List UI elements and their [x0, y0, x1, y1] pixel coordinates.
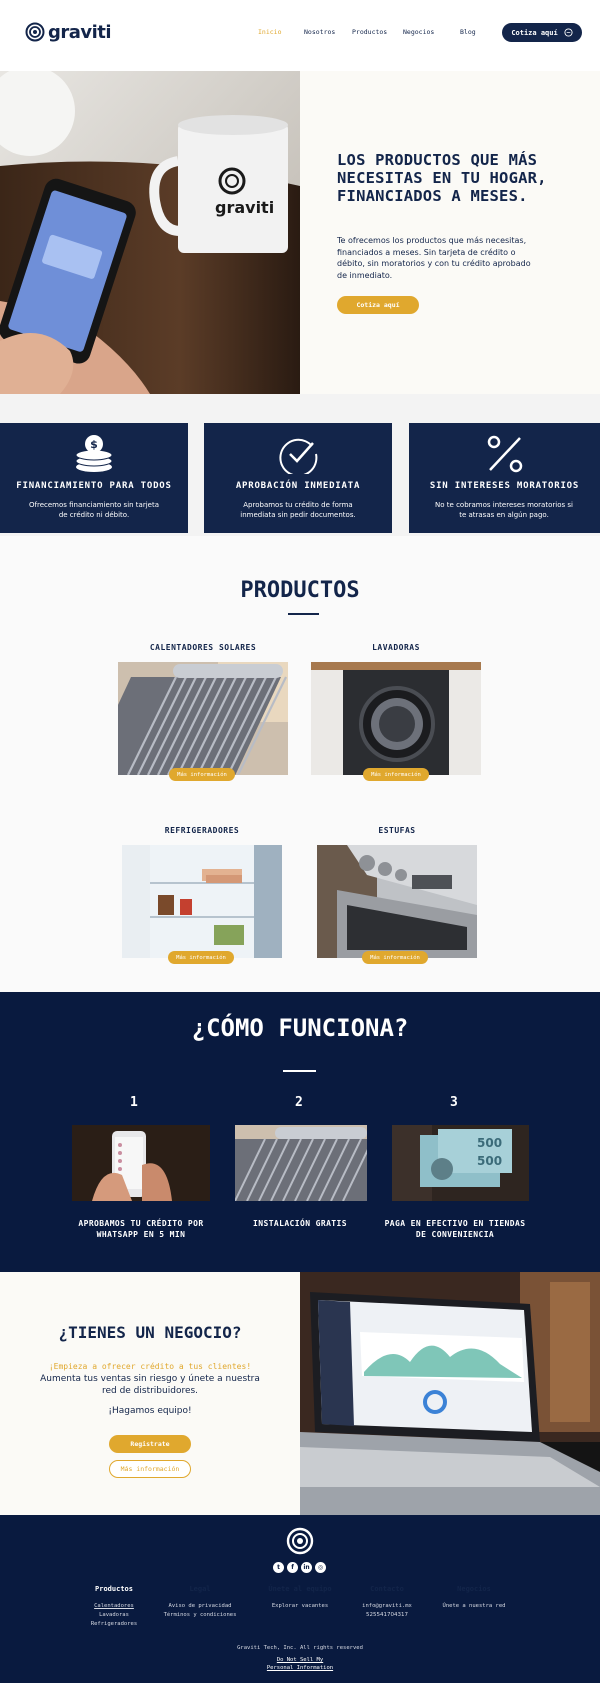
feature-card-intereses: SIN INTERESES MORATORIOS No te cobramos … — [409, 423, 600, 533]
mug-logo-text: graviti — [215, 198, 274, 217]
feature-card-aprobacion: APROBACIÓN INMEDIATA Aprobamos tu crédit… — [204, 423, 392, 533]
product-image-lavadoras[interactable] — [311, 662, 481, 775]
negocio-title: ¿TIENES UN NEGOCIO? — [58, 1323, 242, 1342]
feature-desc: No te cobramos intereses moratorios si t… — [435, 501, 573, 519]
nav-negocios[interactable]: Negocios — [403, 28, 434, 36]
logo[interactable]: graviti — [25, 21, 112, 43]
step-number: 1 — [130, 1095, 138, 1110]
nav-nosotros[interactable]: Nosotros — [304, 28, 335, 36]
mas-info-button[interactable]: Más información — [363, 768, 429, 781]
product-image-refrigeradores[interactable] — [122, 845, 282, 958]
money-stack-icon: $ — [75, 435, 113, 472]
feature-desc: Aprobamos tu crédito de forma inmediata … — [240, 501, 356, 519]
footer-logo-icon[interactable] — [286, 1527, 314, 1555]
footer-link[interactable]: 525541704317 — [342, 1612, 432, 1618]
product-name: CALENTADORES SOLARES — [149, 643, 257, 652]
product-name: LAVADORAS — [372, 643, 420, 652]
check-circle-icon — [279, 438, 318, 474]
feature-card-financiamiento: $ FINANCIAMIENTO PARA TODOS Ofrecemos fi… — [0, 423, 188, 533]
step-image-efectivo: 500 500 — [392, 1125, 529, 1201]
laptop-dashboard-image — [300, 1272, 600, 1515]
svg-text:500: 500 — [477, 1136, 502, 1150]
site-header: graviti Inicio Nosotros Productos Negoci… — [0, 10, 600, 54]
footer-link[interactable]: Calentadores — [69, 1603, 159, 1609]
percent-icon — [487, 435, 523, 473]
instagram-icon[interactable]: ◎ — [315, 1562, 326, 1573]
feature-desc: Ofrecemos financiamiento sin tarjeta de … — [29, 501, 159, 519]
mas-info-button[interactable]: Más información — [362, 951, 428, 964]
title-divider — [283, 1070, 316, 1072]
hero-image: graviti — [0, 71, 300, 394]
product-image-calentadores[interactable] — [118, 662, 288, 775]
negocio-team: ¡Hagamos equipo! — [108, 1406, 192, 1416]
registrate-button[interactable]: Registrate — [109, 1435, 191, 1453]
footer-link[interactable]: Explorar vacantes — [255, 1603, 345, 1609]
feature-title: APROBACIÓN INMEDIATA — [235, 481, 361, 491]
svg-text:500: 500 — [477, 1154, 502, 1168]
hero-panel — [300, 71, 600, 394]
hero-text: Te ofrecemos los productos que más neces… — [337, 236, 531, 280]
products-title: PRODUCTOS — [240, 578, 360, 603]
cotiza-header-button[interactable]: Cotiza aquí — [502, 23, 582, 42]
step-caption: INSTALACIÓN GRATIS — [253, 1219, 347, 1228]
footer-col-contacto: Contacto — [370, 1585, 404, 1593]
footer-col-negocios: Negocios — [457, 1585, 491, 1593]
footer-col-productos: Productos — [95, 1585, 133, 1593]
product-image-estufas[interactable] — [317, 845, 477, 958]
nav-productos[interactable]: Productos — [352, 28, 387, 36]
footer-col-legal: Legal — [189, 1585, 211, 1593]
feature-title: SIN INTERESES MORATORIOS — [429, 481, 580, 491]
cotiza-label: Cotiza aquí — [511, 28, 558, 37]
step-caption: PAGA EN EFECTIVO EN TIENDAS DE CONVENIEN… — [384, 1219, 526, 1239]
footer-link[interactable]: Únete a nuestra red — [429, 1603, 519, 1609]
negocio-text: Aumenta tus ventas sin riesgo y únete a … — [40, 1374, 260, 1396]
personal-info-link[interactable]: Personal Information — [0, 1665, 600, 1671]
footer-link[interactable]: Lavadoras — [69, 1612, 159, 1618]
hero-title: LOS PRODUCTOS QUE MÁS NECESITAS EN TU HO… — [337, 151, 547, 205]
product-name: ESTUFAS — [378, 826, 416, 835]
linkedin-icon[interactable]: in — [301, 1562, 312, 1573]
how-title: ¿CÓMO FUNCIONA? — [191, 1014, 409, 1042]
facebook-icon[interactable]: f — [287, 1562, 298, 1573]
twitter-icon[interactable]: t — [273, 1562, 284, 1573]
footer-col-equipo: Únete al equipo — [268, 1585, 332, 1593]
footer-copyright: Graviti Tech, Inc. All rights reserved — [237, 1645, 363, 1651]
title-divider — [288, 613, 319, 615]
step-caption: APROBAMOS TU CRÉDITO POR WHATSAPP EN 5 M… — [78, 1219, 204, 1239]
nav-blog[interactable]: Blog — [460, 28, 476, 36]
footer-link[interactable]: info@graviti.mx — [342, 1603, 432, 1609]
svg-text:$: $ — [90, 438, 98, 451]
feature-title: FINANCIAMIENTO PARA TODOS — [16, 481, 172, 491]
nav-inicio[interactable]: Inicio — [258, 28, 281, 36]
product-name: REFRIGERADORES — [164, 826, 240, 835]
step-number: 3 — [450, 1095, 458, 1110]
chat-icon — [564, 28, 573, 37]
step-number: 2 — [295, 1095, 303, 1110]
logo-text: graviti — [48, 21, 112, 43]
hero-cotiza-button[interactable]: Cotiza aquí — [337, 296, 419, 314]
do-not-sell-link[interactable]: Do Not Sell My — [0, 1657, 600, 1663]
footer-link[interactable]: Términos y condiciones — [155, 1612, 245, 1618]
step-image-instalacion — [235, 1125, 367, 1201]
footer-link[interactable]: Aviso de privacidad — [155, 1603, 245, 1609]
negocio-highlight: ¡Empieza a ofrecer crédito a tus cliente… — [48, 1362, 252, 1371]
mas-info-button[interactable]: Más información — [169, 768, 235, 781]
negocio-mas-info-button[interactable]: Más información — [109, 1460, 191, 1478]
products-section — [0, 536, 600, 992]
graviti-logo-icon — [25, 22, 45, 42]
footer-link[interactable]: Refrigeradores — [69, 1621, 159, 1627]
mas-info-button[interactable]: Más información — [168, 951, 234, 964]
step-image-whatsapp — [72, 1125, 210, 1201]
